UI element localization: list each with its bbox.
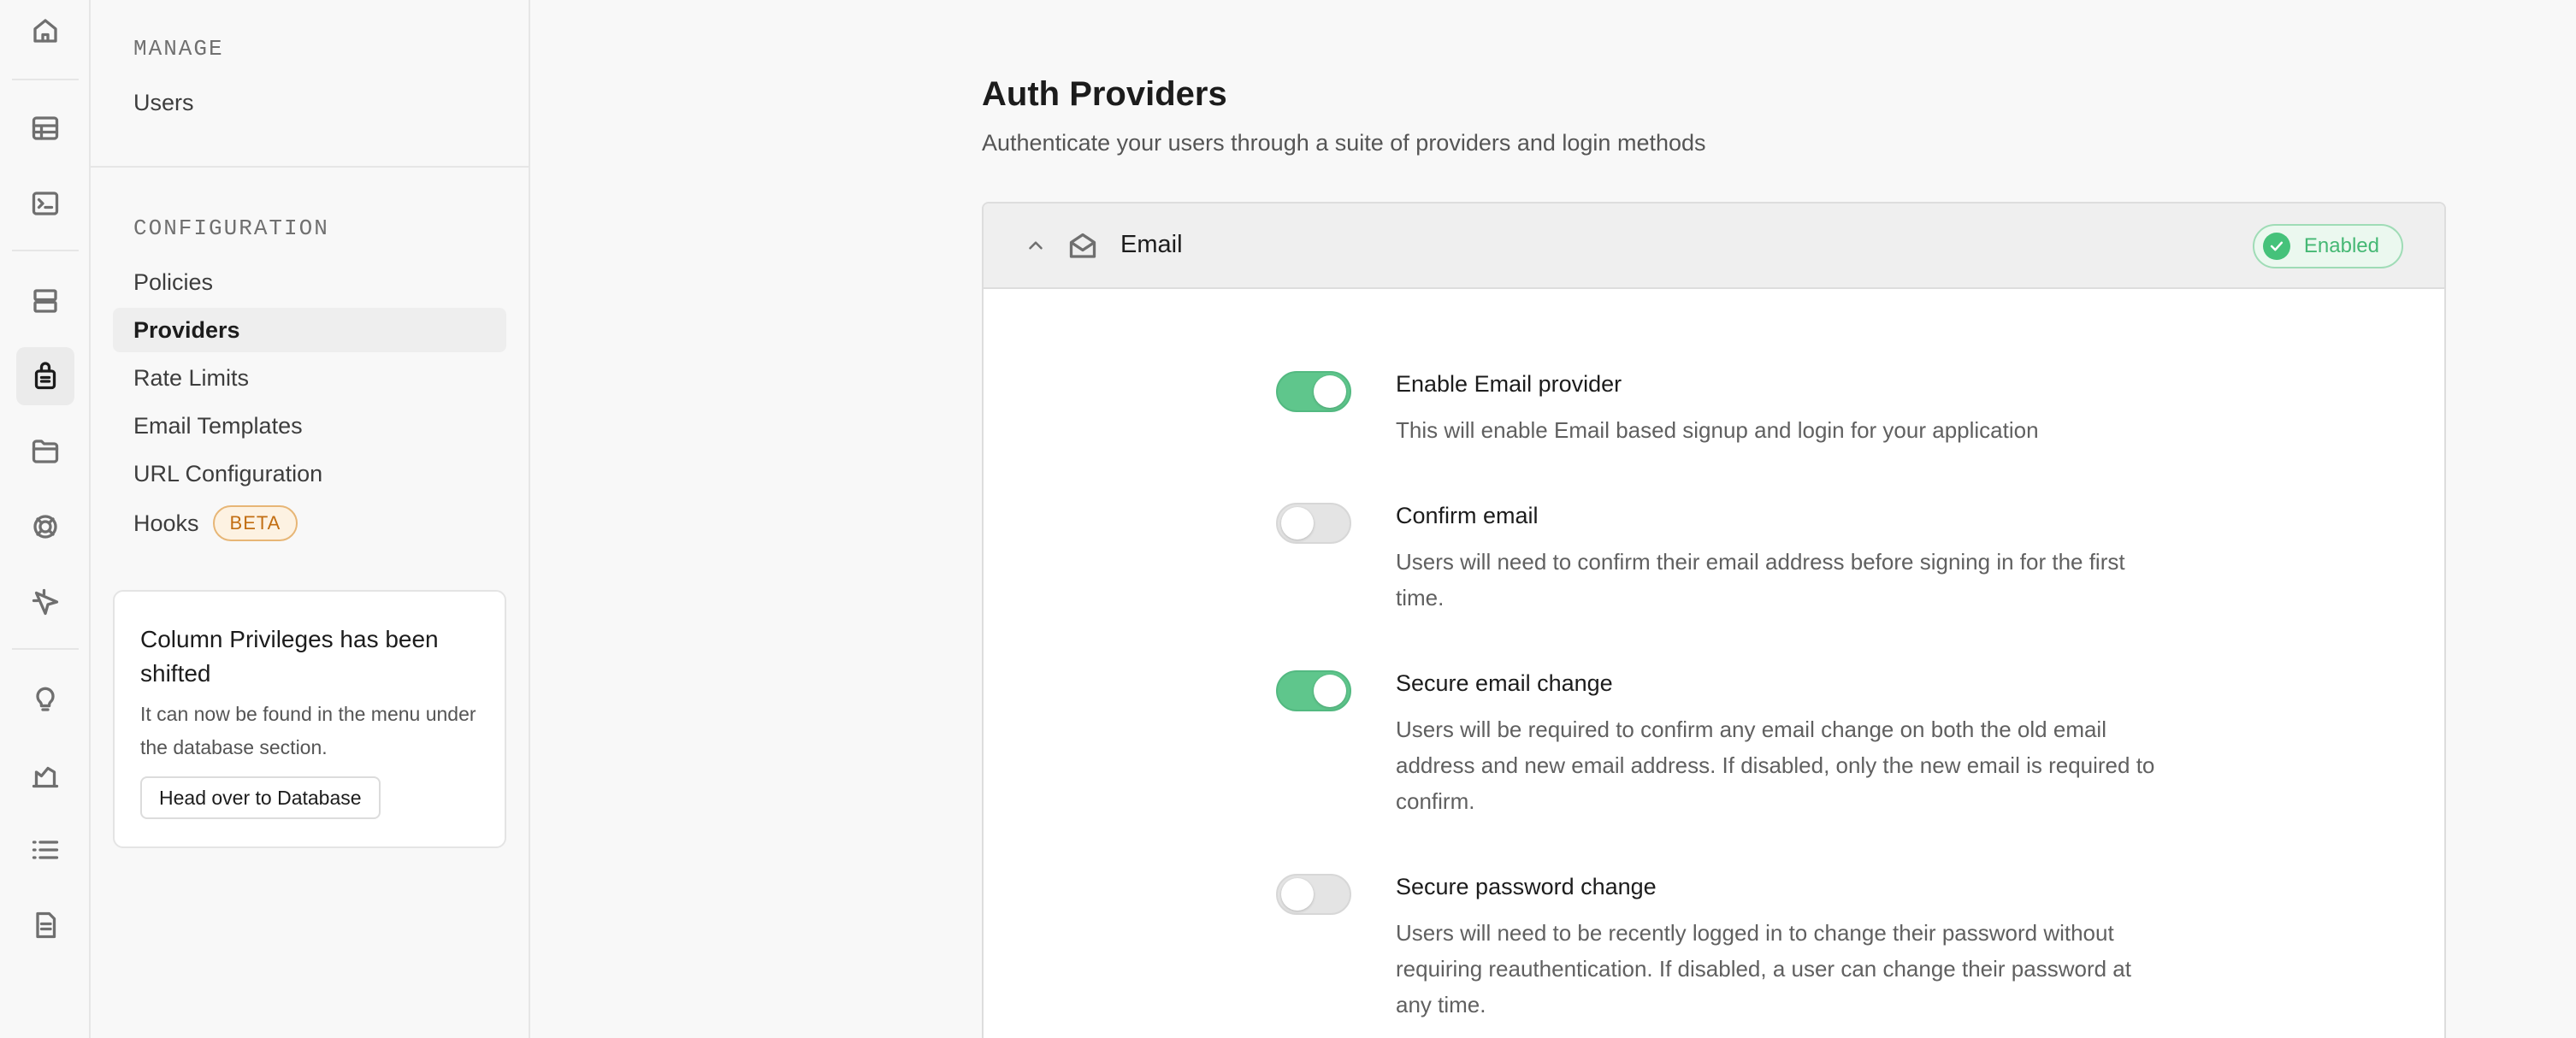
setting-label: Secure email change <box>1396 670 1613 696</box>
sidebar-item-email-templates[interactable]: Email Templates <box>113 404 506 448</box>
check-icon <box>2262 233 2290 260</box>
sidebar-item-label: Hooks <box>133 510 199 536</box>
sidebar-item-label: Users <box>133 89 194 115</box>
rail-divider <box>12 648 79 650</box>
mail-icon <box>1067 231 1098 262</box>
section-title-manage: MANAGE <box>133 36 224 62</box>
secure-password-change-toggle[interactable] <box>1276 874 1351 915</box>
beta-badge: BETA <box>212 505 298 541</box>
sql-editor-icon[interactable] <box>16 174 74 233</box>
database-icon[interactable] <box>16 272 74 330</box>
reports-icon[interactable] <box>16 746 74 804</box>
main-content: Auth Providers Authenticate your users t… <box>532 0 2576 1038</box>
sidebar-item-label: Providers <box>133 316 240 343</box>
setting-description: Users will need to be recently logged in… <box>1396 920 2131 1017</box>
secure-email-change-toggle[interactable] <box>1276 670 1351 711</box>
status-badge-label: Enabled <box>2303 234 2379 257</box>
table-editor-icon[interactable] <box>16 99 74 157</box>
sidebar-item-label: Rate Limits <box>133 364 250 391</box>
authentication-icon[interactable] <box>16 347 74 405</box>
sidebar-item-rate-limits[interactable]: Rate Limits <box>113 356 506 400</box>
section-title-configuration: CONFIGURATION <box>133 215 329 241</box>
toggle-knob <box>1281 507 1314 540</box>
provider-name: Email <box>1120 231 1183 258</box>
head-over-to-database-button[interactable]: Head over to Database <box>140 776 381 819</box>
toggle-knob <box>1281 878 1314 911</box>
sidebar-divider <box>91 166 530 168</box>
logs-icon[interactable] <box>16 821 74 879</box>
storage-icon[interactable] <box>16 422 74 481</box>
email-provider-card: Email Enabled Enable Email provider This… <box>982 202 2446 1038</box>
toggle-knob <box>1314 675 1346 707</box>
sidebar-item-label: Email Templates <box>133 412 303 439</box>
sidebar-item-label: URL Configuration <box>133 460 323 487</box>
sidebar-item-hooks[interactable]: Hooks BETA <box>113 501 506 546</box>
sidebar-item-providers[interactable]: Providers <box>113 308 506 352</box>
realtime-icon[interactable] <box>16 498 74 556</box>
callout-title: Column Privileges has been shifted <box>140 626 439 687</box>
setting-label: Secure password change <box>1396 874 1657 899</box>
rail-divider <box>12 79 79 80</box>
api-docs-icon[interactable] <box>16 896 74 954</box>
column-privileges-callout: Column Privileges has been shifted It ca… <box>113 590 506 848</box>
enable-email-provider-toggle[interactable] <box>1276 371 1351 412</box>
page-subtitle: Authenticate your users through a suite … <box>982 130 1706 156</box>
app-root: MANAGE Users CONFIGURATION Policies Prov… <box>0 0 2576 1038</box>
setting-label: Enable Email provider <box>1396 371 1622 397</box>
toggle-knob <box>1314 375 1346 408</box>
setting-description: Users will be required to confirm any em… <box>1396 717 2155 814</box>
callout-body: It can now be found in the menu under th… <box>140 703 476 758</box>
home-icon[interactable] <box>16 2 74 60</box>
sidebar-item-url-configuration[interactable]: URL Configuration <box>113 451 506 496</box>
page-title: Auth Providers <box>982 75 1227 113</box>
setting-description: Users will need to confirm their email a… <box>1396 549 2125 610</box>
provider-header[interactable]: Email Enabled <box>984 203 2444 289</box>
edge-functions-icon[interactable] <box>16 573 74 631</box>
chevron-up-icon[interactable] <box>1025 234 1047 257</box>
setting-description: This will enable Email based signup and … <box>1396 417 2039 443</box>
sidebar-item-label: Policies <box>133 268 214 295</box>
advisors-icon[interactable] <box>16 670 74 728</box>
confirm-email-toggle[interactable] <box>1276 503 1351 544</box>
rail-divider <box>12 250 79 251</box>
auth-sidebar: MANAGE Users CONFIGURATION Policies Prov… <box>91 0 530 1038</box>
icon-rail <box>0 0 91 1038</box>
sidebar-item-policies[interactable]: Policies <box>113 260 506 304</box>
status-badge: Enabled <box>2252 224 2403 268</box>
sidebar-item-users[interactable]: Users <box>113 80 506 125</box>
setting-label: Confirm email <box>1396 503 1539 528</box>
